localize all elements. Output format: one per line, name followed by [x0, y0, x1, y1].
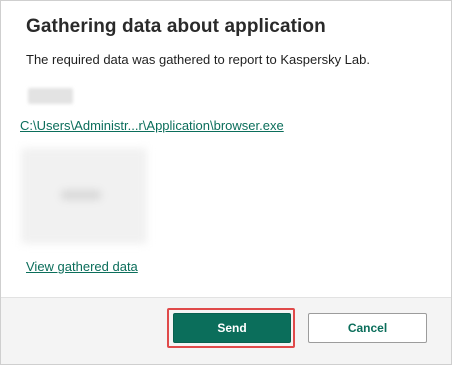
dialog-title: Gathering data about application	[26, 16, 326, 37]
redacted-details-inner	[61, 190, 101, 200]
file-path-link[interactable]: C:\Users\Administr...r\Application\brows…	[20, 118, 284, 133]
gather-data-dialog: Gathering data about application The req…	[0, 0, 452, 365]
send-button[interactable]: Send	[173, 313, 291, 343]
dialog-description: The required data was gathered to report…	[26, 52, 370, 67]
view-gathered-data-link[interactable]: View gathered data	[26, 259, 138, 274]
dialog-footer: Send Cancel	[1, 297, 451, 364]
cancel-button[interactable]: Cancel	[308, 313, 427, 343]
redacted-details-block	[21, 148, 147, 244]
dialog-content: Gathering data about application The req…	[1, 1, 451, 298]
redacted-app-icon	[28, 88, 73, 104]
